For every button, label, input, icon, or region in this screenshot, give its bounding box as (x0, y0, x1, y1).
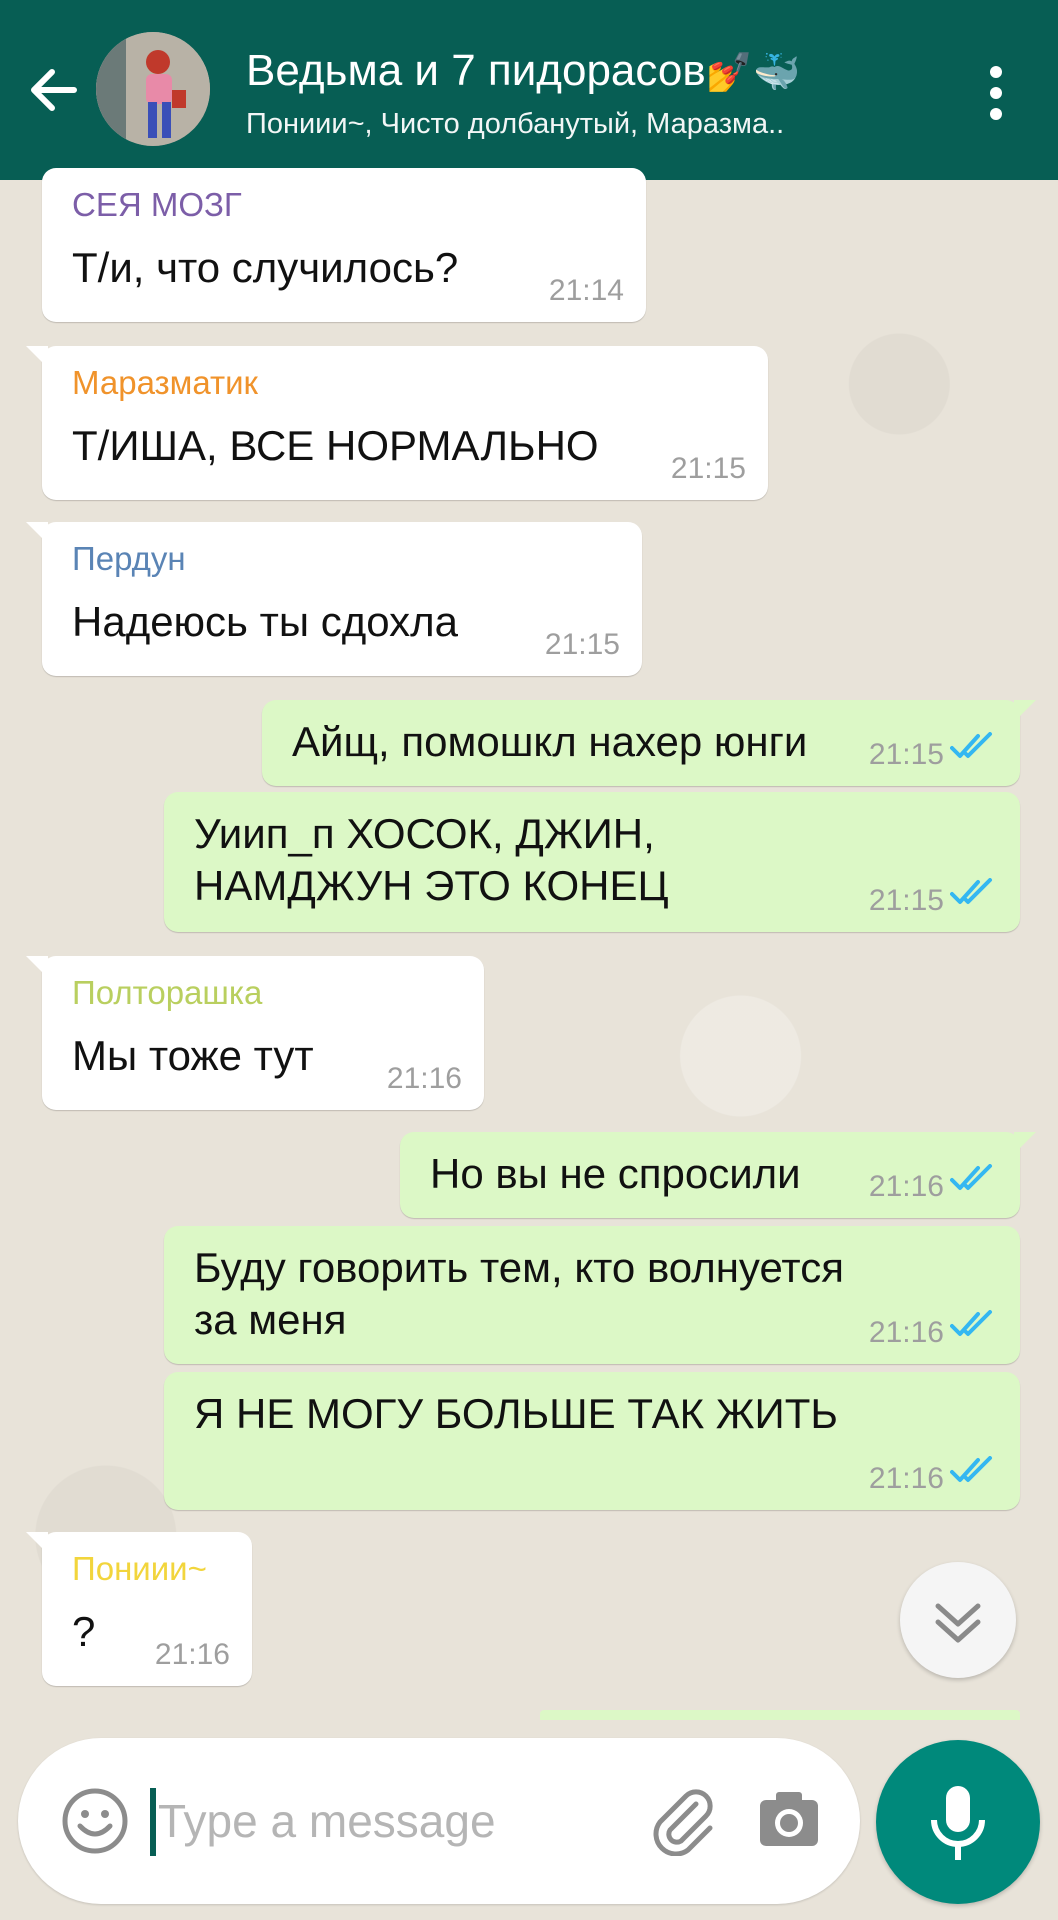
bubble-tail (26, 522, 48, 544)
bubble-tail (1014, 1132, 1036, 1154)
message-text: Я НЕ МОГУ БОЛЬШЕ ТАК ЖИТЬ (194, 1390, 838, 1437)
message-text: Т/ИША, ВСЕ НОРМАЛЬНО (72, 422, 599, 469)
message-timestamp: 21:16 (868, 1170, 944, 1203)
message-sender[interactable]: Полторашка (72, 974, 462, 1012)
message-compose-bar: Type a message (18, 1738, 860, 1904)
message-timestamp: 21:15 (868, 884, 944, 917)
double-check-icon (950, 1310, 996, 1346)
partial-outgoing-bubble (540, 1710, 1020, 1720)
camera-icon[interactable] (758, 1788, 820, 1850)
bubble-tail (26, 1532, 48, 1554)
attachment-icon[interactable] (644, 1782, 718, 1857)
message-timestamp: 21:15 (670, 452, 746, 485)
outgoing-message[interactable]: Уиип_п ХОСОК, ДЖИН, НАМДЖУН ЭТО КОНЕЦ 21:… (164, 792, 1020, 932)
double-chevron-down-icon[interactable] (900, 1562, 1016, 1678)
bubble-tail (1014, 700, 1036, 722)
outgoing-message[interactable]: Айщ, помошкл нахер юнги 21:15 (262, 700, 1036, 786)
chat-header: Ведьма и 7 пидорасов💅🐳 Пониии~, Чисто до… (0, 0, 1058, 180)
double-check-icon (950, 732, 996, 768)
bubble-tail (26, 346, 48, 368)
incoming-message[interactable]: Полторашка Мы тоже тут 21:16 (26, 956, 484, 1110)
back-arrow-icon[interactable] (22, 60, 90, 120)
emoji-icon[interactable] (60, 1786, 130, 1856)
incoming-message[interactable]: Пердун Надеюсь ты сдохла 21:15 (26, 522, 642, 676)
chat-members-subtitle[interactable]: Пониии~, Чисто долбанутый, Маразма.. (246, 108, 784, 141)
incoming-message[interactable]: Маразматик Т/ИША, ВСЕ НОРМАЛЬНО 21:15 (26, 346, 768, 500)
double-check-icon (950, 1164, 996, 1200)
outgoing-message[interactable]: Но вы не спросили 21:16 (400, 1132, 1036, 1218)
message-input[interactable]: Type a message (158, 1794, 496, 1848)
message-sender[interactable]: Маразматик (72, 364, 746, 402)
message-timestamp: 21:15 (544, 628, 620, 661)
double-check-icon (950, 878, 996, 914)
bubble-tail (26, 956, 48, 978)
incoming-message[interactable]: СЕЯ МОЗГ Т/и, что случилось? 21:14 (42, 168, 646, 322)
message-timestamp: 21:16 (154, 1638, 230, 1671)
message-sender[interactable]: Пердун (72, 540, 620, 578)
message-sender[interactable]: СЕЯ МОЗГ (72, 186, 624, 224)
message-timestamp: 21:15 (868, 738, 944, 771)
chat-title-emoji: 💅🐳 (705, 52, 801, 94)
message-timestamp: 21:16 (386, 1062, 462, 1095)
outgoing-message[interactable]: Буду говорить тем, кто волнуется за меня… (164, 1226, 1020, 1364)
text-cursor (150, 1788, 156, 1856)
double-check-icon (950, 1456, 996, 1492)
message-sender[interactable]: Пониии~ (72, 1550, 230, 1588)
message-text: Т/и, что случилось? (72, 244, 459, 291)
more-vert-icon[interactable] (984, 60, 1008, 120)
message-timestamp: 21:14 (548, 274, 624, 307)
message-timestamp: 21:16 (868, 1316, 944, 1349)
chat-title[interactable]: Ведьма и 7 пидорасов💅🐳 (246, 46, 800, 96)
message-timestamp: 21:16 (868, 1462, 944, 1495)
mic-icon[interactable] (876, 1740, 1040, 1904)
message-text: Надеюсь ты сдохла (72, 598, 458, 645)
group-avatar[interactable] (96, 32, 210, 146)
chat-title-text: Ведьма и 7 пидорасов (246, 46, 706, 95)
outgoing-message[interactable]: Я НЕ МОГУ БОЛЬШЕ ТАК ЖИТЬ 21:16 (164, 1372, 1020, 1510)
incoming-message[interactable]: Пониии~? 21:16 (26, 1532, 252, 1686)
